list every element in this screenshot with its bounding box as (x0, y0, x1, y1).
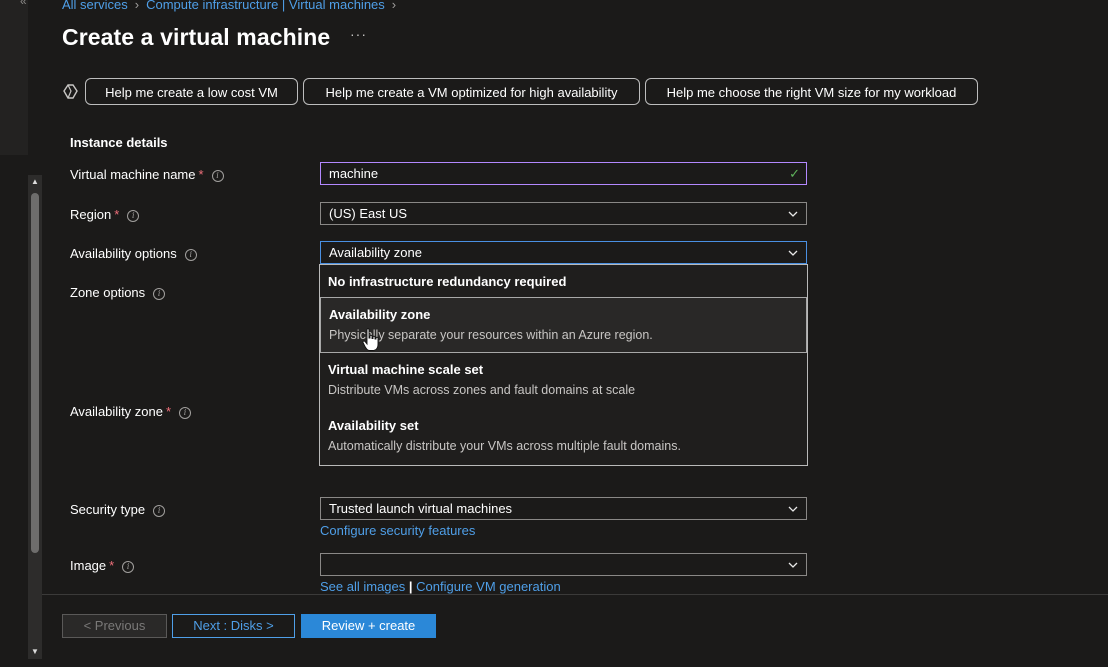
required-marker: * (198, 167, 204, 182)
vm-name-label-text: Virtual machine name (70, 167, 196, 182)
security-type-label: Security type i (70, 502, 166, 517)
instance-details-heading: Instance details (70, 135, 168, 150)
option-no-redundancy[interactable]: No infrastructure redundancy required (320, 265, 807, 297)
vm-name-input[interactable]: machine ✓ (320, 162, 807, 185)
collapse-icon[interactable]: « (20, 0, 27, 8)
scrollbar[interactable]: ▲ ▼ (28, 175, 42, 659)
security-type-select[interactable]: Trusted launch virtual machines (320, 497, 807, 520)
zone-options-label-text: Zone options (70, 285, 146, 300)
page-title: Create a virtual machine (62, 24, 331, 50)
see-all-images-link[interactable]: See all images (320, 579, 405, 594)
low-cost-vm-button[interactable]: Help me create a low cost VM (85, 78, 298, 105)
scroll-down-icon[interactable]: ▼ (28, 645, 42, 659)
vm-name-label: Virtual machine name * i (70, 167, 224, 182)
breadcrumb-all-services[interactable]: All services (62, 0, 128, 12)
chevron-down-icon (788, 562, 798, 568)
option-description: Automatically distribute your VMs across… (328, 439, 681, 453)
info-icon[interactable]: i (184, 249, 197, 261)
option-availability-set[interactable]: Availability set Automatically distribut… (320, 409, 807, 465)
required-marker: * (109, 558, 115, 573)
region-label: Region * i (70, 207, 140, 222)
option-title: No infrastructure redundancy required (328, 274, 567, 289)
option-description: Physically separate your resources withi… (329, 328, 653, 342)
required-marker: * (165, 404, 172, 419)
info-icon[interactable]: i (211, 170, 224, 182)
more-icon[interactable]: ··· (350, 26, 367, 42)
image-links: See all images | Configure VM generation (320, 579, 561, 594)
option-description: Distribute VMs across zones and fault do… (328, 383, 636, 397)
option-title: Availability zone (329, 307, 431, 322)
option-title: Availability set (328, 418, 419, 433)
next-disks-button[interactable]: Next : Disks > (172, 614, 295, 638)
option-title: Virtual machine scale set (328, 362, 484, 377)
option-scale-set[interactable]: Virtual machine scale set Distribute VMs… (320, 353, 807, 409)
availability-options-label-text: Availability options (70, 246, 177, 261)
scroll-up-icon[interactable]: ▲ (28, 175, 42, 189)
copilot-icon (63, 84, 78, 99)
availability-options-value: Availability zone (329, 245, 422, 260)
image-select[interactable] (320, 553, 807, 576)
info-icon[interactable]: i (153, 505, 166, 517)
zone-options-label: Zone options i (70, 285, 166, 300)
required-marker: * (114, 207, 120, 222)
region-select[interactable]: (US) East US (320, 202, 807, 225)
security-type-value: Trusted launch virtual machines (329, 501, 513, 516)
breadcrumb: All services › Compute infrastructure | Vi… (62, 0, 403, 12)
vm-size-button[interactable]: Help me choose the right VM size for my … (645, 78, 978, 105)
checkmark-icon: ✓ (789, 166, 800, 181)
breadcrumb-virtual-machines[interactable]: Compute infrastructure | Virtual machine… (146, 0, 385, 12)
chevron-right-icon: › (134, 0, 140, 12)
chevron-right-icon: › (391, 0, 397, 12)
high-availability-vm-button[interactable]: Help me create a VM optimized for high a… (303, 78, 640, 105)
link-separator: | (408, 579, 413, 594)
configure-vm-generation-link[interactable]: Configure VM generation (416, 579, 561, 594)
option-availability-zone[interactable]: Availability zone Physically separate yo… (320, 297, 807, 353)
security-type-label-text: Security type (70, 502, 146, 517)
vm-name-value: machine (329, 166, 379, 181)
region-label-text: Region (70, 207, 112, 222)
chevron-down-icon (788, 211, 798, 217)
configure-security-link[interactable]: Configure security features (320, 523, 475, 538)
image-label-text: Image (70, 558, 107, 573)
left-strip (0, 155, 28, 666)
chevron-down-icon (788, 506, 798, 512)
info-icon[interactable]: i (122, 561, 135, 573)
image-label: Image * i (70, 558, 135, 573)
availability-options-select[interactable]: Availability zone (320, 241, 807, 264)
scroll-thumb[interactable] (31, 193, 39, 553)
info-icon[interactable]: i (153, 288, 166, 300)
region-value: (US) East US (329, 206, 408, 221)
info-icon[interactable]: i (127, 210, 140, 222)
chevron-down-icon (788, 250, 798, 256)
availability-options-dropdown: No infrastructure redundancy required Av… (319, 264, 808, 466)
review-create-button[interactable]: Review + create (301, 614, 436, 638)
availability-options-label: Availability options i (70, 246, 197, 261)
availability-zone-label-text: Availability zone (70, 404, 163, 419)
info-icon[interactable]: i (179, 407, 192, 419)
previous-button[interactable]: < Previous (62, 614, 167, 638)
availability-zone-label: Availability zone * i (70, 404, 192, 419)
pointer-cursor-icon (362, 328, 379, 351)
